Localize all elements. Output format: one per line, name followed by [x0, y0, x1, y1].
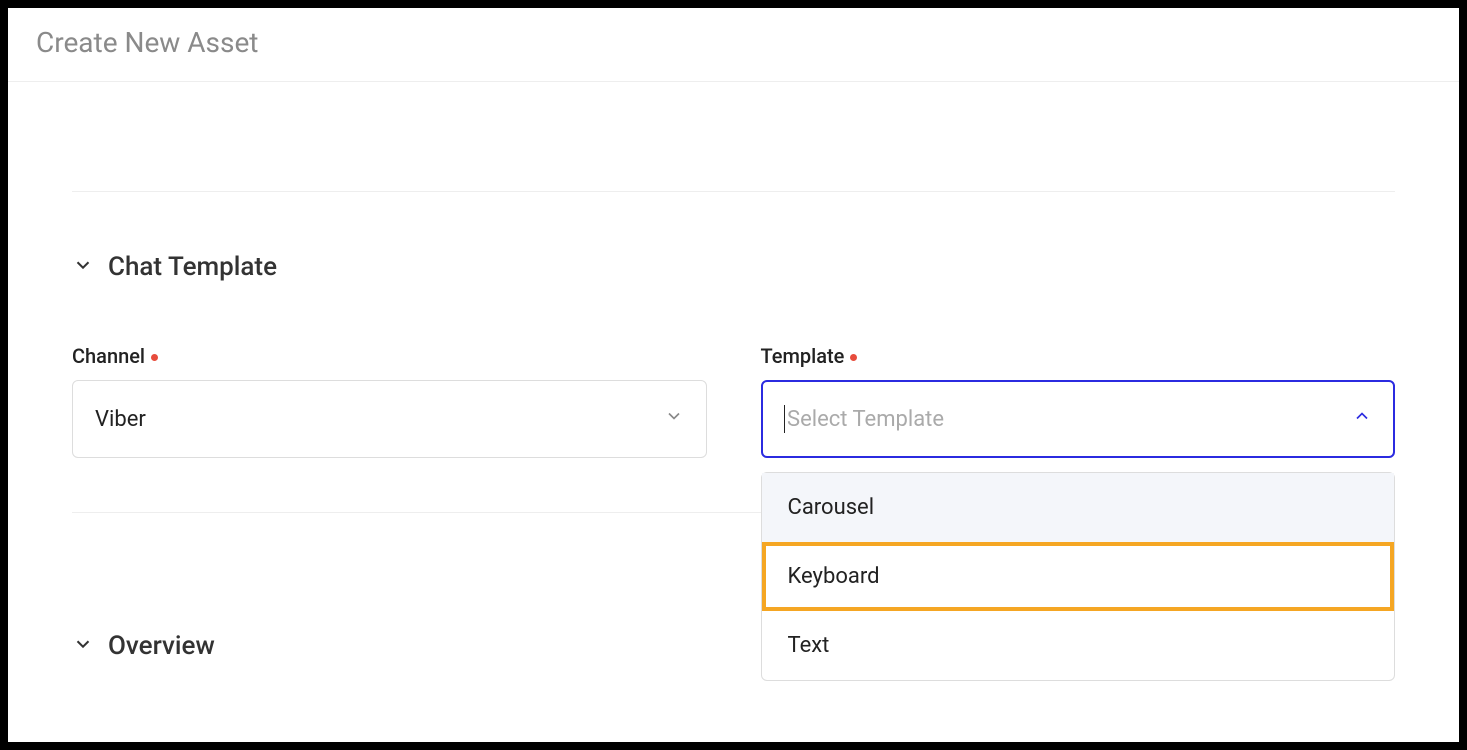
- template-option-keyboard[interactable]: Keyboard: [762, 542, 1395, 611]
- template-label-text: Template: [761, 344, 845, 368]
- overview-section-title: Overview: [108, 631, 215, 661]
- top-spacer: [72, 82, 1395, 192]
- template-select-placeholder: Select Template: [784, 405, 945, 433]
- channel-label-text: Channel: [72, 344, 145, 368]
- template-label: Template: [761, 344, 1396, 368]
- page-title: Create New Asset: [36, 26, 1431, 59]
- chat-template-section-header[interactable]: Chat Template: [72, 192, 1395, 282]
- fields-row: Channel Viber Template Select Template: [72, 344, 1395, 458]
- template-field: Template Select Template Carousel Keyboa…: [761, 344, 1396, 458]
- channel-field: Channel Viber: [72, 344, 707, 458]
- content-area: Chat Template Channel Viber Template: [8, 82, 1459, 661]
- template-select[interactable]: Select Template: [761, 380, 1396, 458]
- chevron-down-icon: [664, 406, 684, 432]
- template-option-label: Text: [788, 633, 830, 658]
- channel-select-value: Viber: [95, 407, 146, 432]
- template-option-label: Keyboard: [788, 564, 880, 589]
- chevron-down-icon: [72, 254, 94, 280]
- chevron-up-icon: [1352, 406, 1372, 432]
- channel-select[interactable]: Viber: [72, 380, 707, 458]
- required-indicator-icon: [151, 354, 158, 361]
- template-option-text[interactable]: Text: [762, 611, 1395, 680]
- template-option-label: Carousel: [788, 495, 875, 520]
- chat-template-section-title: Chat Template: [108, 252, 277, 282]
- required-indicator-icon: [850, 354, 857, 361]
- page-header: Create New Asset: [8, 8, 1459, 82]
- chevron-down-icon: [72, 633, 94, 659]
- template-placeholder-text: Select Template: [787, 407, 944, 432]
- template-option-carousel[interactable]: Carousel: [762, 473, 1395, 542]
- text-cursor-icon: [784, 405, 786, 433]
- channel-label: Channel: [72, 344, 707, 368]
- template-dropdown-list: Carousel Keyboard Text: [761, 472, 1396, 681]
